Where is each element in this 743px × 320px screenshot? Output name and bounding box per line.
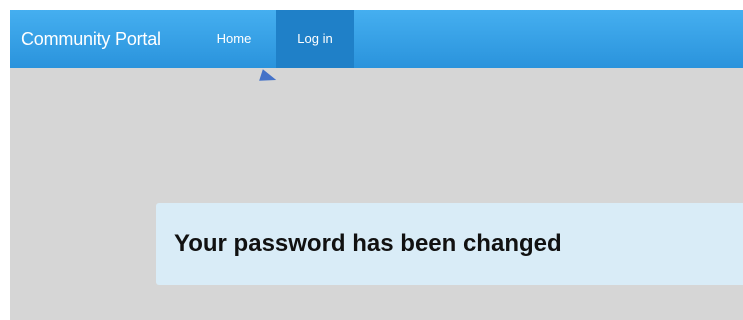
nav-item-home[interactable]: Home [204,10,264,68]
brand-link[interactable]: Community Portal [21,10,161,68]
success-alert: Your password has been changed [156,203,743,285]
nav-item-login[interactable]: Log in [276,10,354,68]
alert-message: Your password has been changed [174,230,562,257]
top-navbar: Community Portal Home Log in [10,10,743,68]
mouse-cursor-icon [259,69,279,86]
page-container: Community Portal Home Log in Your passwo… [10,10,743,320]
